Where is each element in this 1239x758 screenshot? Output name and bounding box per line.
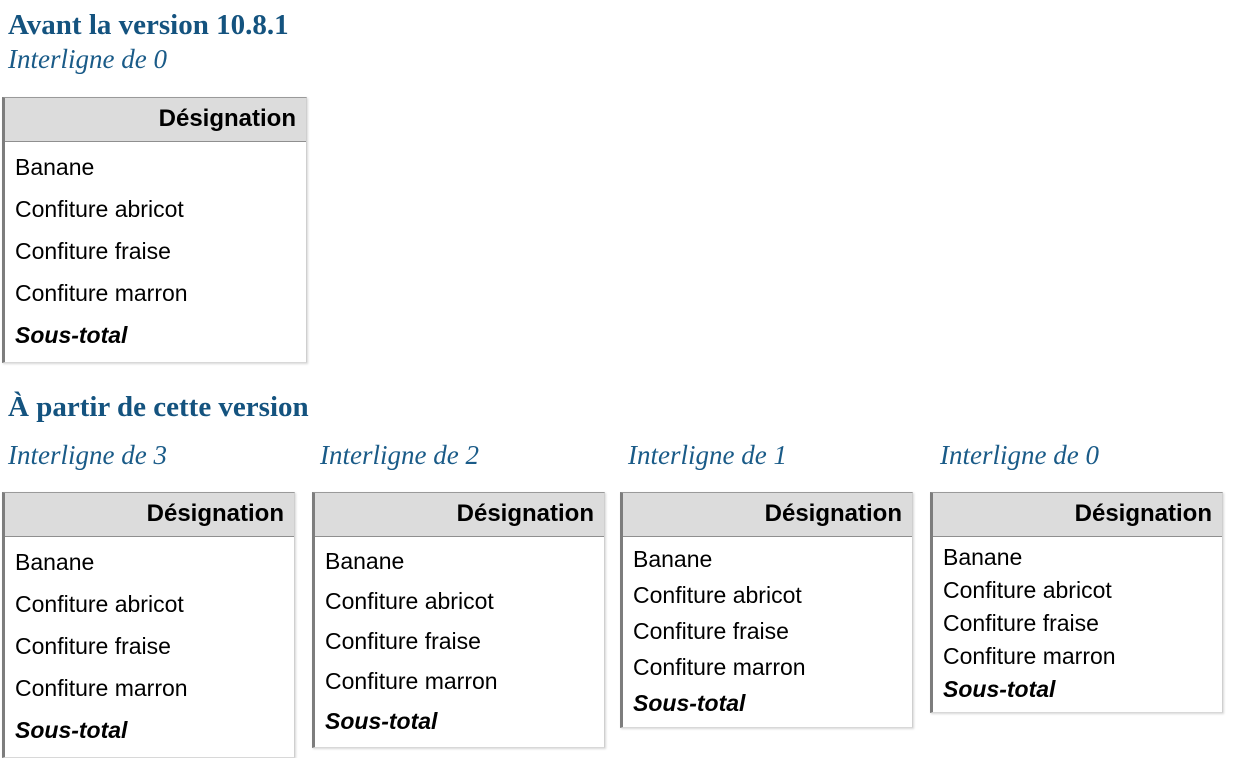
table-row: Confiture abricot	[943, 577, 1112, 603]
column-header-designation: Désignation	[5, 98, 306, 142]
table-row: Confiture abricot	[633, 582, 802, 608]
table-row: Confiture fraise	[325, 628, 481, 654]
table-row: Banane	[15, 154, 95, 180]
designation-table-interligne-3: Désignation Banane Confiture abricot Con…	[2, 492, 295, 758]
column-header-designation: Désignation	[315, 493, 604, 537]
table-body: Banane Confiture abricot Confiture frais…	[623, 537, 912, 727]
table-row: Confiture abricot	[325, 588, 494, 614]
table-row: Confiture marron	[15, 675, 188, 701]
table-row: Banane	[633, 546, 713, 572]
table-row: Confiture fraise	[15, 633, 171, 659]
legacy-section-subtitle: Interligne de 0	[8, 44, 167, 74]
legacy-designation-table: Désignation Banane Confiture abricot Con…	[2, 97, 307, 363]
designation-table-interligne-1: Désignation Banane Confiture abricot Con…	[620, 492, 913, 728]
table-row: Banane	[15, 549, 95, 575]
column-subtitle-interligne-2: Interligne de 2	[320, 440, 479, 470]
table-row: Banane	[943, 544, 1023, 570]
table-row: Banane	[325, 548, 405, 574]
table-body: Banane Confiture abricot Confiture frais…	[933, 537, 1222, 712]
designation-table-interligne-0: Désignation Banane Confiture abricot Con…	[930, 492, 1223, 713]
table-row-subtotal: Sous-total	[15, 717, 128, 743]
table-row: Confiture marron	[943, 643, 1116, 669]
table-row: Confiture fraise	[633, 618, 789, 644]
table-row: Confiture marron	[15, 280, 188, 306]
table-row: Confiture fraise	[15, 238, 171, 264]
column-subtitle-interligne-3: Interligne de 3	[8, 440, 167, 470]
table-row-subtotal: Sous-total	[943, 676, 1056, 702]
legacy-section-title: Avant la version 10.8.1	[8, 9, 289, 41]
column-subtitle-interligne-0: Interligne de 0	[940, 440, 1099, 470]
table-row: Confiture marron	[633, 654, 806, 680]
current-section-title: À partir de cette version	[8, 391, 309, 423]
document-page: Avant la version 10.8.1 Interligne de 0 …	[0, 0, 1239, 758]
column-header-designation: Désignation	[933, 493, 1222, 537]
designation-table-interligne-2: Désignation Banane Confiture abricot Con…	[312, 492, 605, 748]
table-row: Confiture abricot	[15, 196, 184, 222]
column-header-designation: Désignation	[623, 493, 912, 537]
column-subtitle-interligne-1: Interligne de 1	[628, 440, 787, 470]
table-row: Confiture marron	[325, 668, 498, 694]
table-row-subtotal: Sous-total	[325, 708, 438, 734]
table-row: Confiture fraise	[943, 610, 1099, 636]
table-body: Banane Confiture abricot Confiture frais…	[315, 537, 604, 747]
table-row-subtotal: Sous-total	[633, 690, 746, 716]
table-body: Banane Confiture abricot Confiture frais…	[5, 537, 294, 757]
table-row-subtotal: Sous-total	[15, 322, 128, 348]
table-body: Banane Confiture abricot Confiture frais…	[5, 142, 306, 362]
table-row: Confiture abricot	[15, 591, 184, 617]
column-header-designation: Désignation	[5, 493, 294, 537]
